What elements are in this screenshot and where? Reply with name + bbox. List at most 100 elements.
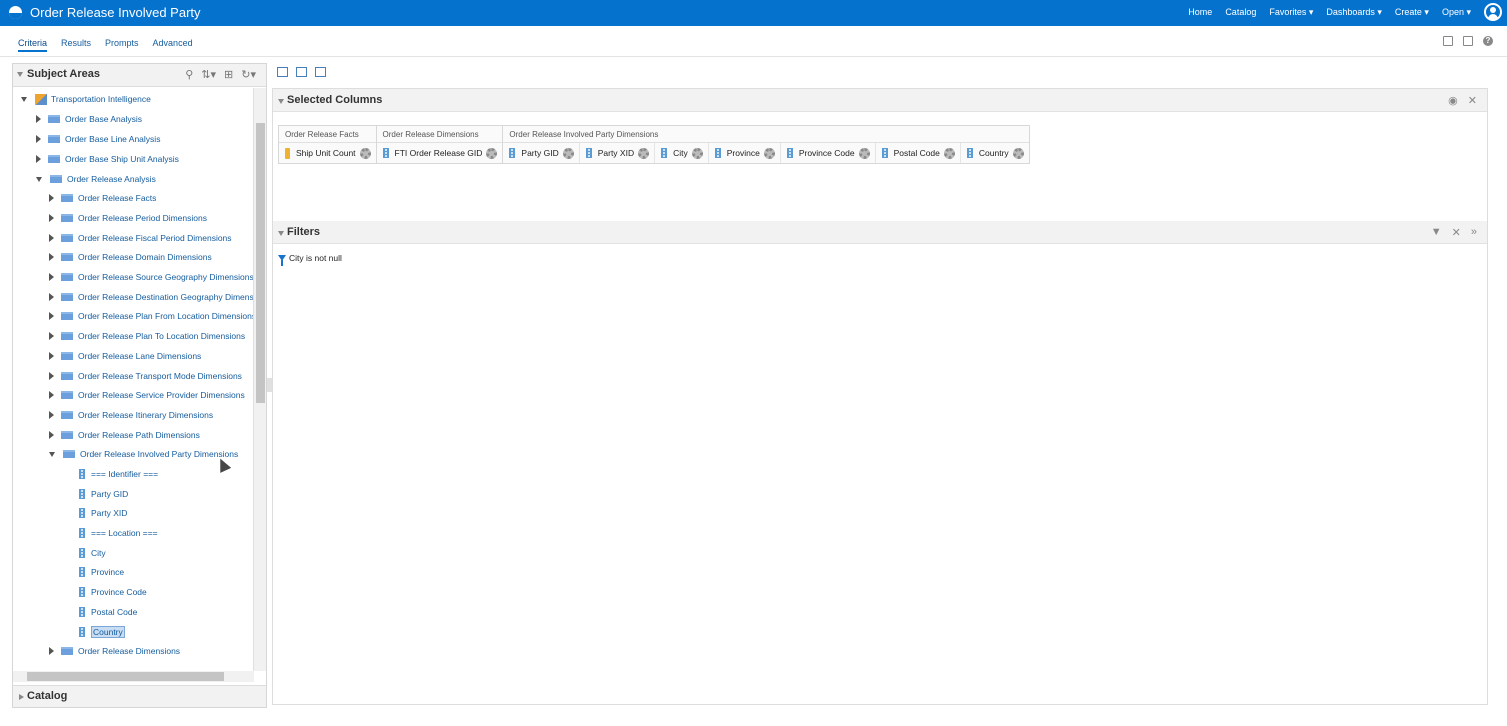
expanded-triangle-icon[interactable] [49,451,55,457]
tree-column[interactable]: Party XID [79,504,127,522]
sort-icon[interactable]: ⇅▾ [201,68,216,81]
tree-column[interactable]: City [79,544,106,562]
column-chip[interactable]: Country [961,143,1029,163]
collapsed-triangle-icon[interactable] [49,391,54,399]
tree-item[interactable]: Order Release Transport Mode Dimensions [49,367,242,385]
nav-home[interactable]: Home [1188,7,1212,18]
gear-icon[interactable] [1012,147,1024,159]
expand-more-icon[interactable]: » [1471,226,1477,239]
tree-item[interactable]: Order Base Analysis [36,110,142,128]
collapsed-triangle-icon[interactable] [49,372,54,380]
collapsed-triangle-icon[interactable] [49,273,54,281]
tree-item[interactable]: Order Base Ship Unit Analysis [36,150,179,168]
column-chip[interactable]: Postal Code [876,143,961,163]
gear-icon[interactable] [691,147,703,159]
collapsed-triangle-icon[interactable] [49,431,54,439]
subject-area-add-icon[interactable]: ⊞ [224,68,233,81]
collapsed-triangle-icon[interactable] [49,253,54,261]
gear-icon[interactable] [858,147,870,159]
nav-catalog[interactable]: Catalog [1225,7,1256,18]
tree-column[interactable]: === Identifier === [79,465,158,483]
tree-item[interactable]: Order Release Plan From Location Dimensi… [49,307,254,325]
collapsed-triangle-icon[interactable] [49,293,54,301]
tree-item[interactable]: Order Release Period Dimensions [49,209,207,227]
tab-advanced[interactable]: Advanced [153,38,193,52]
expand-triangle-icon[interactable] [19,694,24,700]
tree-item[interactable]: Order Release Plan To Location Dimension… [49,327,245,345]
tree-item[interactable]: Order Release Dimensions [49,642,180,660]
search-icon[interactable]: ⚲ [185,68,193,81]
tree-item[interactable]: Order Release Lane Dimensions [49,347,201,365]
column-chip[interactable]: FTI Order Release GID [377,143,503,163]
collapsed-triangle-icon[interactable] [36,155,41,163]
nav-favorites[interactable]: Favorites ▾ [1269,7,1313,18]
column-chip[interactable]: Ship Unit Count [279,143,376,163]
collapsed-triangle-icon[interactable] [49,234,54,242]
user-icon[interactable] [1484,3,1502,21]
gear-icon[interactable] [638,147,650,159]
save-as-icon[interactable] [1463,36,1473,46]
column-chip[interactable]: Party GID [503,143,580,163]
tab-prompts[interactable]: Prompts [105,38,139,52]
tree-column[interactable]: === Location === [79,524,158,542]
gear-icon[interactable] [943,147,955,159]
expanded-triangle-icon[interactable] [21,96,27,102]
tree-item[interactable]: Order Release Destination Geography Dime… [49,288,254,306]
collapse-triangle-icon[interactable] [17,72,23,77]
column-properties-icon[interactable] [315,67,326,77]
remove-filters-icon[interactable]: ✕ [1452,226,1461,239]
tree-item[interactable]: Order Release Source Geography Dimension… [49,268,254,286]
column-chip[interactable]: City [655,143,709,163]
collapsed-triangle-icon[interactable] [49,312,54,320]
add-filter-icon[interactable]: ▼ [1431,226,1442,239]
expanded-triangle-icon[interactable] [36,176,42,182]
collapsed-triangle-icon[interactable] [49,647,54,655]
tab-criteria[interactable]: Criteria [18,38,48,52]
tree-horizontal-scrollbar[interactable] [13,671,254,682]
tree-column-selected[interactable]: Country [79,623,125,641]
save-icon[interactable] [1443,36,1453,46]
tree-item[interactable]: Order Release Involved Party Dimensions [49,445,238,463]
refresh-icon[interactable]: ↻▾ [241,68,256,81]
collapsed-triangle-icon[interactable] [49,194,54,202]
tree-root[interactable]: Transportation Intelligence [21,90,151,108]
tree-item[interactable]: Order Release Facts [49,189,156,207]
gear-icon[interactable] [562,147,574,159]
collapsed-triangle-icon[interactable] [49,411,54,419]
tree-item[interactable]: Order Base Line Analysis [36,130,160,148]
nav-open[interactable]: Open ▾ [1442,7,1471,18]
tree-column[interactable]: Province [79,563,124,581]
nav-create[interactable]: Create ▾ [1395,7,1429,18]
collapsed-triangle-icon[interactable] [49,352,54,360]
tab-results[interactable]: Results [61,38,91,52]
gear-icon[interactable] [359,147,371,159]
tree-item[interactable]: Order Release Domain Dimensions [49,248,212,266]
tree-column[interactable]: Postal Code [79,603,137,621]
column-chip[interactable]: Party XID [580,143,656,163]
collapsed-triangle-icon[interactable] [49,332,54,340]
column-chip[interactable]: Province [709,143,781,163]
collapse-triangle-icon[interactable] [278,231,284,236]
help-icon[interactable]: ? [1483,36,1493,46]
nav-dashboards[interactable]: Dashboards ▾ [1326,7,1382,18]
scrollbar-thumb[interactable] [27,672,224,681]
scrollbar-thumb[interactable] [256,123,265,403]
show-hide-icon[interactable]: ◉ [1448,94,1458,107]
tree-column[interactable]: Province Code [79,583,147,601]
tree-vertical-scrollbar[interactable] [253,88,266,671]
gear-icon[interactable] [763,147,775,159]
column-chip[interactable]: Province Code [781,143,876,163]
collapsed-triangle-icon[interactable] [49,214,54,222]
tree-item[interactable]: Order Release Path Dimensions [49,426,200,444]
collapsed-triangle-icon[interactable] [36,135,41,143]
tree-item[interactable]: Order Release Analysis [36,170,156,188]
collapse-triangle-icon[interactable] [278,99,284,104]
tree-item[interactable]: Order Release Fiscal Period Dimensions [49,229,232,247]
tree-item[interactable]: Order Release Service Provider Dimension… [49,386,245,404]
tree-column[interactable]: Party GID [79,485,128,503]
edit-formula-icon[interactable] [296,67,307,77]
filter-item[interactable]: City is not null [278,253,342,266]
collapsed-triangle-icon[interactable] [36,115,41,123]
tree-item[interactable]: Order Release Itinerary Dimensions [49,406,213,424]
filter-toggle-icon[interactable] [277,67,288,77]
